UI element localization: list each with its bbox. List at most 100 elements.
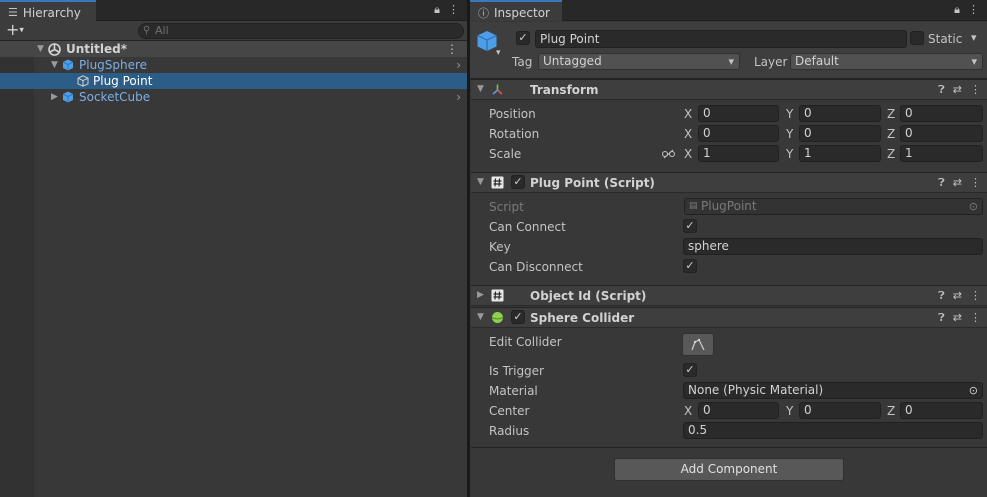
hierarchy-item-label: SocketCube	[79, 90, 151, 104]
scale-z-field[interactable]: 1	[900, 145, 983, 162]
search-placeholder: All	[155, 24, 169, 37]
hierarchy-item-label: PlugSphere	[79, 58, 148, 72]
material-label: Material	[489, 384, 538, 398]
rotation-y-field[interactable]: 0	[799, 125, 881, 142]
lock-icon[interactable]: 🔒︎	[434, 3, 440, 17]
plug-point-script-header[interactable]: ▼ ✓ Plug Point (Script) ❓︎ ⇄ ⋮	[471, 172, 987, 193]
gameobject-cube-icon[interactable]	[476, 30, 498, 52]
unity-scene-icon	[48, 42, 61, 56]
script-hash-icon	[491, 289, 504, 302]
constrain-proportions-icon[interactable]	[662, 149, 675, 159]
script-file-icon: ▤	[689, 201, 698, 211]
axis-z-label: Z	[887, 107, 896, 121]
object-name-field[interactable]: Plug Point	[535, 30, 907, 48]
component-menu-icon[interactable]: ⋮	[970, 311, 981, 325]
icon-chevron-down-icon[interactable]: ▾	[496, 48, 501, 58]
foldout-arrow-icon[interactable]: ▼	[37, 44, 44, 54]
hierarchy-tab-label: Hierarchy	[22, 5, 81, 20]
scene-menu-icon[interactable]: ⋮	[446, 42, 458, 56]
foldout-arrow-icon[interactable]: ▶	[51, 92, 58, 102]
foldout-arrow-icon[interactable]: ▼	[477, 312, 484, 322]
scale-y-field[interactable]: 1	[799, 145, 881, 162]
material-field[interactable]: None (Physic Material) ⊙	[683, 382, 983, 399]
hierarchy-item-socketcube[interactable]: ▶ SocketCube ›	[0, 89, 467, 105]
static-dropdown-icon[interactable]: ▾	[971, 31, 977, 44]
prefab-cube-icon	[62, 59, 74, 71]
presets-icon[interactable]: ⇄	[953, 289, 962, 303]
transform-header[interactable]: ▼ Transform ❓︎ ⇄ ⋮	[471, 79, 987, 100]
axis-x-label: X	[684, 147, 693, 161]
script-field: ▤ PlugPoint ⊙	[684, 198, 983, 215]
gameobject-cube-icon	[77, 75, 89, 87]
edit-collider-button[interactable]	[682, 333, 714, 356]
is-trigger-checkbox[interactable]: ✓	[683, 363, 697, 377]
help-icon[interactable]: ❓︎	[938, 83, 945, 97]
key-field[interactable]: sphere	[683, 238, 983, 255]
active-checkbox[interactable]: ✓	[516, 31, 530, 45]
center-x-field[interactable]: 0	[698, 402, 779, 419]
object-id-script-header[interactable]: ▶ Object Id (Script) ❓︎ ⇄ ⋮	[471, 285, 987, 306]
plug-point-enabled-checkbox[interactable]: ✓	[511, 175, 525, 189]
presets-icon[interactable]: ⇄	[953, 311, 962, 325]
add-button[interactable]: +▾	[6, 21, 24, 40]
chevron-right-icon[interactable]: ›	[456, 90, 461, 104]
position-y-field[interactable]: 0	[799, 105, 881, 122]
kebab-menu-icon[interactable]: ⋮	[968, 3, 979, 17]
scene-row[interactable]: ▼ Untitled* ⋮	[0, 41, 467, 57]
foldout-arrow-icon[interactable]: ▶	[477, 290, 484, 300]
script-hash-icon	[491, 176, 504, 189]
add-component-button[interactable]: Add Component	[614, 458, 844, 481]
presets-icon[interactable]: ⇄	[953, 176, 962, 190]
hierarchy-item-label: Plug Point	[93, 74, 153, 88]
axis-x-label: X	[684, 404, 693, 418]
foldout-arrow-icon[interactable]: ▼	[477, 84, 484, 94]
transform-axes-icon	[492, 84, 503, 95]
kebab-menu-icon[interactable]: ⋮	[448, 3, 459, 17]
layer-label: Layer	[754, 55, 788, 69]
axis-x-label: X	[684, 107, 693, 121]
prefab-cube-icon	[62, 91, 74, 103]
sphere-collider-header[interactable]: ▼ ✓ Sphere Collider ❓︎ ⇄ ⋮	[471, 307, 987, 328]
center-y-field[interactable]: 0	[799, 402, 881, 419]
panel-splitter[interactable]	[467, 0, 470, 497]
can-disconnect-checkbox[interactable]: ✓	[683, 259, 697, 273]
hierarchy-tabbar: ☰ Hierarchy 🔒︎ ⋮	[0, 0, 467, 21]
static-checkbox[interactable]	[910, 31, 924, 45]
foldout-arrow-icon[interactable]: ▼	[51, 60, 58, 70]
center-z-field[interactable]: 0	[900, 402, 983, 419]
rotation-z-field[interactable]: 0	[900, 125, 983, 142]
layer-dropdown[interactable]: Default	[790, 53, 983, 70]
tab-hierarchy[interactable]: ☰ Hierarchy	[0, 0, 96, 21]
component-divider	[471, 447, 987, 448]
presets-icon[interactable]: ⇄	[953, 83, 962, 97]
hierarchy-item-plug-point[interactable]: Plug Point	[0, 73, 467, 89]
foldout-arrow-icon[interactable]: ▼	[477, 177, 484, 187]
scale-x-field[interactable]: 1	[698, 145, 779, 162]
hierarchy-item-plugsphere[interactable]: ▼ PlugSphere ›	[0, 57, 467, 73]
object-picker-icon[interactable]: ⊙	[969, 383, 978, 398]
component-menu-icon[interactable]: ⋮	[970, 83, 981, 97]
tag-dropdown[interactable]: Untagged	[538, 53, 740, 70]
component-menu-icon[interactable]: ⋮	[970, 289, 981, 303]
hierarchy-panel: ☰ Hierarchy 🔒︎ ⋮ +▾ ⚲ All ▼ Untitled* ⋮ …	[0, 0, 467, 497]
material-value: None (Physic Material)	[688, 383, 824, 397]
axis-z-label: Z	[887, 147, 896, 161]
position-x-field[interactable]: 0	[698, 105, 779, 122]
chevron-right-icon[interactable]: ›	[456, 58, 461, 72]
component-menu-icon[interactable]: ⋮	[970, 176, 981, 190]
radius-field[interactable]: 0.5	[683, 422, 983, 439]
help-icon[interactable]: ❓︎	[938, 176, 945, 190]
position-z-field[interactable]: 0	[900, 105, 983, 122]
rotation-label: Rotation	[489, 127, 540, 141]
help-icon[interactable]: ❓︎	[938, 289, 945, 303]
search-input[interactable]: ⚲ All	[138, 23, 464, 39]
tab-inspector[interactable]: ⓘ Inspector	[470, 0, 562, 21]
sphere-collider-enabled-checkbox[interactable]: ✓	[511, 310, 525, 324]
can-connect-checkbox[interactable]: ✓	[683, 219, 697, 233]
axis-y-label: Y	[786, 127, 794, 141]
radius-label: Radius	[489, 424, 530, 438]
help-icon[interactable]: ❓︎	[938, 311, 945, 325]
lock-icon[interactable]: 🔒︎	[954, 3, 960, 17]
key-label: Key	[489, 240, 511, 254]
rotation-x-field[interactable]: 0	[698, 125, 779, 142]
